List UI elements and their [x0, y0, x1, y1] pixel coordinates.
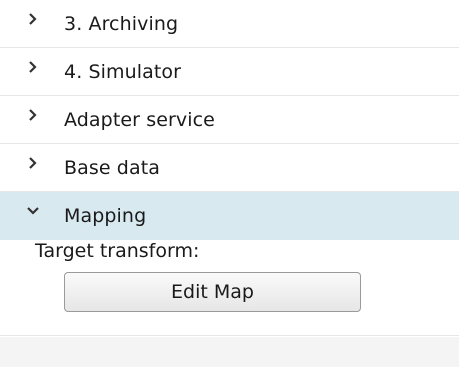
panel-footer [0, 337, 459, 367]
mapping-panel: Target transform: Edit Map [0, 240, 459, 336]
settings-accordion: 3. Archiving 4. Simulator Adapter servic… [0, 0, 459, 336]
edit-map-button[interactable]: Edit Map [64, 272, 361, 312]
target-transform-label: Target transform: [35, 240, 200, 262]
accordion-item-label: 3. Archiving [64, 13, 179, 35]
accordion-item-label: Base data [64, 157, 161, 179]
chevron-down-icon [26, 204, 40, 218]
accordion-item-label: Adapter service [64, 109, 215, 131]
page: 3. Archiving 4. Simulator Adapter servic… [0, 0, 459, 367]
accordion-item-simulator[interactable]: 4. Simulator [0, 48, 459, 96]
accordion-item-archiving[interactable]: 3. Archiving [0, 0, 459, 48]
chevron-right-icon [26, 156, 40, 170]
accordion-item-adapter-service[interactable]: Adapter service [0, 96, 459, 144]
chevron-right-icon [26, 60, 40, 74]
accordion-item-label: 4. Simulator [64, 61, 182, 83]
chevron-right-icon [26, 108, 40, 122]
accordion-item-label: Mapping [64, 205, 147, 227]
accordion-item-mapping[interactable]: Mapping [0, 192, 459, 240]
accordion-item-base-data[interactable]: Base data [0, 144, 459, 192]
chevron-right-icon [26, 12, 40, 26]
